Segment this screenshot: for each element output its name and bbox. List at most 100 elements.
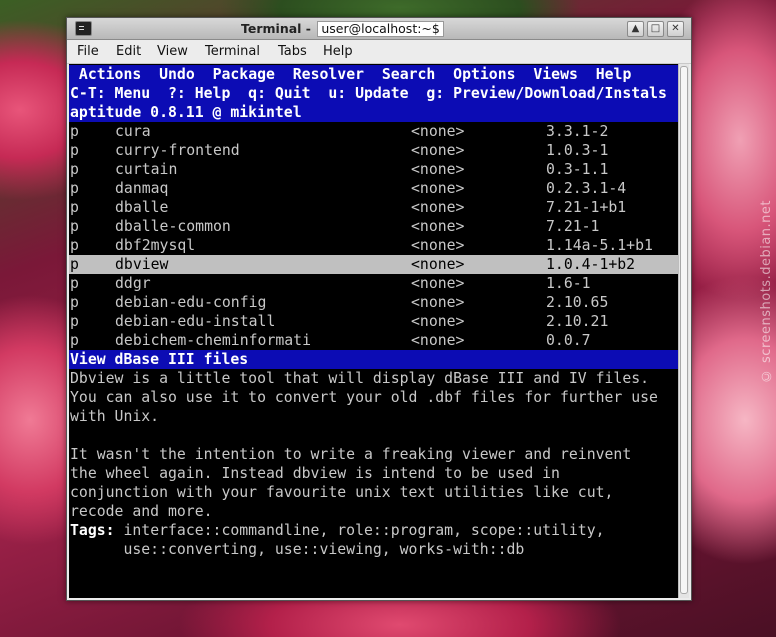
terminal-scrollbar[interactable] bbox=[678, 64, 689, 598]
aptitude-menu-options[interactable]: Options bbox=[453, 66, 515, 83]
description-line: recode and more. bbox=[70, 503, 213, 520]
window-title-user: user@localhost:~$ bbox=[317, 21, 444, 37]
package-candidate-version: 7.21-1 bbox=[546, 218, 600, 235]
package-row[interactable]: p curry-frontend <none> 1.0.3-1 bbox=[69, 141, 680, 160]
package-candidate-version: 1.0.4-1+b2 bbox=[546, 256, 636, 273]
package-state: p bbox=[70, 123, 79, 140]
aptitude-menu-resolver[interactable]: Resolver bbox=[293, 66, 364, 83]
package-name: curtain bbox=[115, 161, 178, 178]
package-name: curry-frontend bbox=[115, 142, 240, 159]
package-candidate-version: 1.0.3-1 bbox=[546, 142, 609, 159]
package-name: debian-edu-config bbox=[115, 294, 267, 311]
package-state: p bbox=[70, 180, 79, 197]
tags-line-2: use::converting, use::viewing, works-wit… bbox=[123, 541, 525, 558]
package-state: p bbox=[70, 237, 79, 254]
package-candidate-version: 2.10.21 bbox=[546, 313, 609, 330]
package-row[interactable]: p debian-edu-install <none> 2.10.21 bbox=[69, 312, 680, 331]
description-line: with Unix. bbox=[70, 408, 160, 425]
package-candidate-version: 1.6-1 bbox=[546, 275, 591, 292]
terminal-app-icon[interactable] bbox=[75, 21, 92, 36]
menu-tabs[interactable]: Tabs bbox=[278, 44, 307, 59]
package-tags-line: Tags: interface::commandline, role::prog… bbox=[69, 521, 680, 540]
menu-terminal[interactable]: Terminal bbox=[205, 44, 260, 59]
aptitude-menu-search[interactable]: Search bbox=[382, 66, 435, 83]
package-name: debian-edu-install bbox=[115, 313, 276, 330]
package-state: p bbox=[70, 161, 79, 178]
package-candidate-version: 7.21-1+b1 bbox=[546, 199, 627, 216]
description-line bbox=[69, 426, 680, 445]
window-close-button[interactable]: ✕ bbox=[667, 21, 684, 37]
package-state: p bbox=[70, 256, 79, 273]
package-candidate-version: 2.10.65 bbox=[546, 294, 609, 311]
package-candidate-version: 3.3.1-2 bbox=[546, 123, 609, 140]
terminal-scrollbar-thumb[interactable] bbox=[680, 66, 688, 594]
watermark-text: © screenshots.debian.net bbox=[759, 200, 774, 384]
window-title: Terminal - user@localhost:~$ bbox=[241, 21, 444, 37]
aptitude-menu-actions[interactable]: Actions bbox=[79, 66, 141, 83]
aptitude-menu-undo[interactable]: Undo bbox=[159, 66, 195, 83]
package-row[interactable]: p dballe <none> 7.21-1+b1 bbox=[69, 198, 680, 217]
package-row[interactable]: p cura <none> 3.3.1-2 bbox=[69, 122, 680, 141]
terminal-content[interactable]: Actions Undo Package Resolver Search Opt… bbox=[69, 64, 680, 598]
package-description: Dbview is a little tool that will displa… bbox=[69, 369, 680, 521]
package-name: dballe-common bbox=[115, 218, 231, 235]
tags-label: Tags: bbox=[70, 522, 115, 539]
package-state: p bbox=[70, 313, 79, 330]
menu-help[interactable]: Help bbox=[323, 44, 353, 59]
description-line: the wheel again. Instead dbview is inten… bbox=[70, 465, 560, 482]
aptitude-menu-package[interactable]: Package bbox=[213, 66, 275, 83]
package-row[interactable]: p curtain <none> 0.3-1.1 bbox=[69, 160, 680, 179]
package-row[interactable]: p dbf2mysql <none> 1.14a-5.1+b1 bbox=[69, 236, 680, 255]
aptitude-shortcut-line: C-T: Menu ?: Help q: Quit u: Update g: P… bbox=[69, 84, 680, 103]
package-installed-version: <none> bbox=[411, 294, 465, 311]
package-installed-version: <none> bbox=[411, 180, 465, 197]
package-summary-line: View dBase III files bbox=[69, 350, 680, 369]
package-candidate-version: 0.0.7 bbox=[546, 332, 591, 349]
package-name: cura bbox=[115, 123, 151, 140]
package-state: p bbox=[70, 142, 79, 159]
package-name: dbf2mysql bbox=[115, 237, 196, 254]
description-line: You can also use it to convert your old … bbox=[70, 389, 658, 406]
aptitude-menu-bar: Actions Undo Package Resolver Search Opt… bbox=[69, 65, 680, 84]
menu-file[interactable]: File bbox=[77, 44, 99, 59]
package-row[interactable]: p danmaq <none> 0.2.3.1-4 bbox=[69, 179, 680, 198]
package-name: dballe bbox=[115, 199, 169, 216]
package-name: debichem-cheminformati bbox=[115, 332, 311, 349]
package-state: p bbox=[70, 275, 79, 292]
terminal-window: Terminal - user@localhost:~$ ▲ □ ✕ File … bbox=[66, 17, 692, 601]
aptitude-header-line: aptitude 0.8.11 @ mikintel bbox=[69, 103, 680, 122]
package-installed-version: <none> bbox=[411, 161, 465, 178]
package-state: p bbox=[70, 218, 79, 235]
package-candidate-version: 0.2.3.1-4 bbox=[546, 180, 627, 197]
package-row[interactable]: p ddgr <none> 1.6-1 bbox=[69, 274, 680, 293]
description-line: It wasn't the intention to write a freak… bbox=[70, 446, 632, 463]
window-up-button[interactable]: ▲ bbox=[627, 21, 644, 37]
tags-line-1: interface::commandline, role::program, s… bbox=[123, 522, 605, 539]
package-installed-version: <none> bbox=[411, 123, 465, 140]
window-title-prefix: Terminal - bbox=[241, 21, 316, 36]
aptitude-menu-views[interactable]: Views bbox=[533, 66, 578, 83]
package-name: dbview bbox=[115, 256, 169, 273]
window-titlebar[interactable]: Terminal - user@localhost:~$ ▲ □ ✕ bbox=[67, 18, 691, 40]
package-row[interactable]: p debian-edu-config <none> 2.10.65 bbox=[69, 293, 680, 312]
package-installed-version: <none> bbox=[411, 237, 465, 254]
package-name: danmaq bbox=[115, 180, 169, 197]
package-installed-version: <none> bbox=[411, 218, 465, 235]
package-installed-version: <none> bbox=[411, 332, 465, 349]
package-state: p bbox=[70, 294, 79, 311]
package-installed-version: <none> bbox=[411, 199, 465, 216]
package-name: ddgr bbox=[115, 275, 151, 292]
aptitude-menu-help[interactable]: Help bbox=[596, 66, 632, 83]
window-maximize-button[interactable]: □ bbox=[647, 21, 664, 37]
menu-view[interactable]: View bbox=[157, 44, 188, 59]
package-installed-version: <none> bbox=[411, 142, 465, 159]
terminal-menubar: File Edit View Terminal Tabs Help bbox=[67, 40, 691, 64]
package-installed-version: <none> bbox=[411, 313, 465, 330]
package-row[interactable]: p debichem-cheminformati <none> 0.0.7 bbox=[69, 331, 680, 350]
package-row[interactable]: p dbview <none> 1.0.4-1+b2 bbox=[69, 255, 680, 274]
description-line: Dbview is a little tool that will displa… bbox=[70, 370, 650, 387]
package-row[interactable]: p dballe-common <none> 7.21-1 bbox=[69, 217, 680, 236]
package-installed-version: <none> bbox=[411, 275, 465, 292]
description-line: conjunction with your favourite unix tex… bbox=[70, 484, 614, 501]
menu-edit[interactable]: Edit bbox=[116, 44, 141, 59]
